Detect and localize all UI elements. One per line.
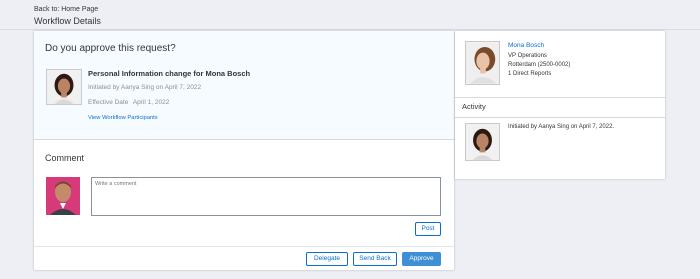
comment-heading: Comment	[45, 153, 85, 163]
view-workflow-participants-link[interactable]: View Workflow Participants	[88, 115, 158, 121]
subject-role: VP Operations	[508, 53, 547, 59]
request-title: Personal Information change for Mona Bos…	[88, 69, 251, 78]
activity-divider	[455, 117, 665, 118]
subject-profile-card: Mona Bosch VP Operations Rotterdam (2500…	[455, 31, 665, 179]
post-button[interactable]: Post	[415, 222, 441, 236]
commenter-avatar	[46, 177, 80, 215]
comment-input[interactable]	[91, 177, 441, 216]
request-initiated: Initiated by Aanya Sing on April 7, 2022	[88, 84, 202, 91]
effective-date-label: Effective Date	[88, 99, 129, 106]
request-section: Do you approve this request? Personal In…	[34, 31, 454, 140]
profile-divider	[455, 97, 665, 98]
breadcrumb-back-home[interactable]: Back to: Home Page	[34, 6, 98, 13]
subject-avatar	[465, 41, 500, 85]
title-divider	[0, 29, 700, 30]
effective-date-value: April 1, 2022	[132, 99, 170, 106]
page-title: Workflow Details	[34, 16, 101, 26]
approval-question: Do you approve this request?	[45, 43, 176, 54]
activity-item-text: Initiated by Aanya Sing on April 7, 2022…	[508, 124, 615, 130]
avatar-commenter-icon	[46, 177, 80, 215]
subject-name-link[interactable]: Mona Bosch	[508, 42, 544, 49]
delegate-button[interactable]: Delegate	[306, 252, 348, 266]
avatar-mona-icon	[466, 42, 499, 84]
subject-location: Rotterdam (2500-0002)	[508, 62, 571, 68]
activity-avatar	[465, 123, 500, 161]
approve-button[interactable]: Approve	[402, 252, 441, 266]
workflow-main-card: Do you approve this request? Personal In…	[34, 31, 454, 270]
request-effective-date: Effective Date April 1, 2022	[88, 99, 172, 106]
footer-divider	[34, 246, 454, 247]
activity-heading: Activity	[462, 102, 486, 111]
subject-direct-reports: 1 Direct Reports	[508, 71, 552, 77]
avatar-aanya-activity-icon	[466, 124, 499, 160]
initiator-avatar	[46, 69, 82, 105]
avatar-aanya-icon	[47, 70, 81, 104]
send-back-button[interactable]: Send Back	[353, 252, 397, 266]
